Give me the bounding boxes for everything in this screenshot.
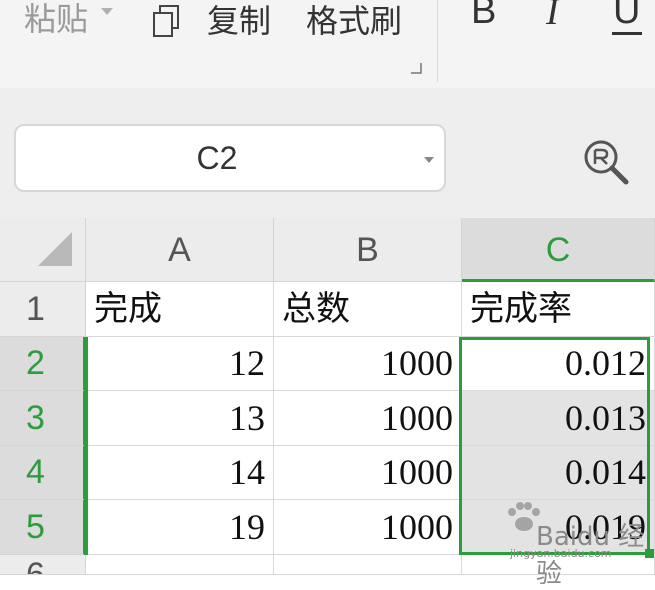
row-header-6[interactable]: 6 [0,555,86,575]
italic-button[interactable]: I [546,0,559,34]
cell-a3[interactable]: 13 [86,391,274,446]
underline-indicator [612,32,642,35]
name-box-value: C2 [196,140,238,176]
format-painter-button[interactable]: 格式刷 [306,0,402,42]
cell-c1[interactable]: 完成率 [462,282,655,337]
selection-edge-indicator [84,337,88,555]
row-header-5[interactable]: 5 [0,500,86,555]
bold-button[interactable]: B [471,0,496,33]
row-header-2[interactable]: 2 [0,337,86,391]
cell-c2[interactable]: 0.012 [462,337,655,391]
column-header-a[interactable]: A [86,218,274,282]
cell-b1[interactable]: 总数 [274,282,462,337]
cell-c4[interactable]: 0.014 [462,446,655,500]
paste-button[interactable]: 粘贴 [24,0,88,40]
copy-button[interactable]: 复制 [207,0,271,42]
toolbar-divider [437,0,438,82]
row-header-1[interactable]: 1 [0,282,86,337]
cell-a1[interactable]: 完成 [86,282,274,337]
cell-a6[interactable] [86,555,274,575]
cell-a2[interactable]: 12 [86,337,274,391]
select-all-button[interactable] [0,218,86,282]
paste-dropdown-icon[interactable] [101,8,113,15]
select-all-icon [38,232,72,266]
cell-a4[interactable]: 14 [86,446,274,500]
chevron-down-icon[interactable] [424,157,434,163]
cell-b3[interactable]: 1000 [274,391,462,446]
cell-a5[interactable]: 19 [86,500,274,555]
name-box[interactable]: C2 [14,124,446,192]
zoom-search-icon[interactable] [580,136,632,188]
cell-b6[interactable] [274,555,462,575]
row-header-3[interactable]: 3 [0,391,86,446]
watermark-url: jingyan.baidu.com [510,547,612,560]
underline-button[interactable]: U [613,0,640,33]
ribbon-toolbar: 粘贴 复制 格式刷 B I U [0,0,655,88]
column-header-b[interactable]: B [274,218,462,282]
column-header-c[interactable]: C [462,218,655,282]
cell-b5[interactable]: 1000 [274,500,462,555]
row-header-4[interactable]: 4 [0,446,86,500]
dialog-launcher-icon[interactable] [410,62,422,74]
cell-b2[interactable]: 1000 [274,337,462,391]
cell-c3[interactable]: 0.013 [462,391,655,446]
cell-b4[interactable]: 1000 [274,446,462,500]
copy-icon[interactable] [152,4,180,38]
